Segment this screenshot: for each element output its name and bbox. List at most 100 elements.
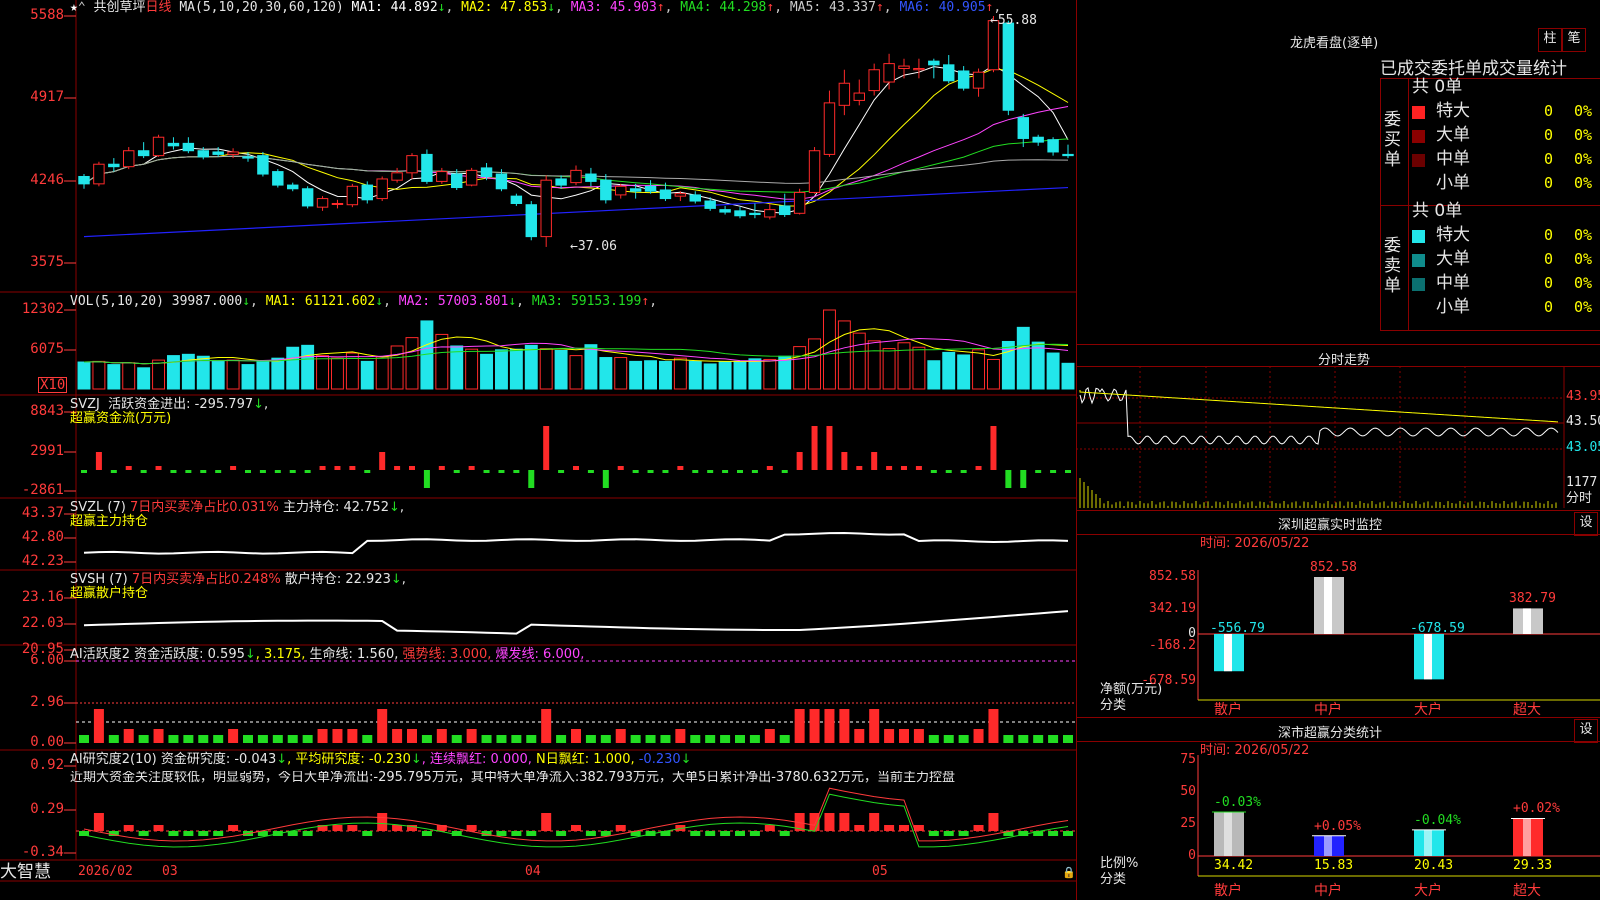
ai1-bar-0: [79, 735, 89, 743]
volume-bar-31: [539, 348, 553, 390]
monitor-y-tick-3: -168.2: [1149, 638, 1196, 653]
ai2-bar-21: [392, 825, 403, 831]
volume-bar-41: [688, 360, 702, 390]
volume-bar-40: [673, 357, 687, 390]
sell-row-count-0: 0: [1544, 226, 1554, 244]
stats-bar-超大: [1513, 818, 1543, 856]
volume-bar-57: [927, 360, 941, 390]
svzj-bar-17: [334, 466, 341, 470]
candle-body-42: [704, 200, 716, 209]
volume-bar-21: [390, 345, 404, 390]
volume-bar-3: [122, 362, 136, 390]
buy-row-pct-3: 0%: [1574, 174, 1593, 192]
svzj-bar-43: [722, 470, 729, 473]
candle-body-16: [316, 198, 329, 208]
volume-bar-6: [166, 355, 180, 390]
stats-category-3: 超大: [1513, 883, 1541, 899]
volume-bar-64: [1031, 341, 1045, 390]
sell-total: 共 0单: [1412, 201, 1463, 221]
buy-side-label: 委买单: [1384, 110, 1401, 170]
sell-row-swatch-1: [1412, 254, 1425, 267]
ma-arrow-3: ↑: [656, 0, 665, 15]
ai2-bar-26: [466, 825, 477, 831]
ai2-bar-9: [213, 831, 224, 836]
candle-body-33: [570, 169, 582, 184]
svzj-bar-60: [975, 466, 982, 470]
ai1-bar-19: [362, 735, 373, 743]
stats-change-2: -0.04%: [1414, 812, 1461, 828]
ma-value-2: MA2: 47.853: [461, 0, 548, 15]
ai1-bar-6: [168, 735, 179, 743]
svzj-bar-8: [200, 470, 207, 473]
svzj-bar-0: [81, 470, 87, 473]
volume-bar-59: [957, 354, 971, 390]
ai1-bar-61: [988, 709, 999, 743]
ai2-bar-5: [153, 825, 164, 831]
svzj-bar-48: [796, 452, 803, 470]
candle-body-15: [301, 188, 314, 207]
volume-bar-42: [703, 363, 717, 390]
candle-body-2: [108, 163, 120, 168]
vol-ma-1: MA1: 61121.602: [265, 294, 376, 309]
ai2-bar-32: [556, 831, 567, 836]
volume-bar-33: [569, 355, 583, 390]
volume-bar-62: [1001, 340, 1015, 390]
ai2-bar-46: [764, 825, 775, 831]
candle-body-60: [972, 71, 985, 89]
ai1-bar-7: [183, 735, 194, 743]
stats-settings-button[interactable]: 设: [1574, 719, 1598, 743]
ai1-bar-35: [600, 735, 611, 743]
stats-change-0: -0.03%: [1214, 794, 1261, 810]
lock-icon[interactable]: 🔒: [1062, 866, 1076, 879]
intraday-vol-tick: 1177: [1566, 475, 1598, 490]
ai1_panel-item-5: 爆发线: 6.000,: [491, 647, 585, 662]
ma-arrow-2: ↓: [547, 0, 556, 15]
stats-bar-中户: [1314, 835, 1344, 856]
favorite-star-icon[interactable]: ★: [70, 0, 78, 15]
x-label-3: 05: [872, 864, 888, 879]
svzj-bar-50: [826, 426, 833, 470]
candle-body-61: [987, 20, 1000, 71]
candle-body-26: [465, 169, 478, 186]
candle-body-7: [182, 142, 195, 152]
sell-row-name-2: 中单: [1436, 273, 1470, 293]
ai2_panel-item-5: N日飘红: 1.000,: [531, 752, 635, 767]
ai2-bar-17: [332, 825, 343, 831]
sell-row-swatch-0: [1412, 230, 1425, 243]
column-view-button[interactable]: 柱: [1538, 28, 1562, 52]
candle-body-30: [525, 204, 537, 238]
stats-bar-highlight-2: [1424, 829, 1432, 856]
ai1-bar-16: [317, 729, 328, 743]
low-price-label: ←37.06: [570, 239, 617, 254]
ai2_panel-item-2: , 平均研究度: -0.230: [287, 752, 411, 767]
monitor-title: 深圳超赢实时监控: [1278, 518, 1383, 533]
candle-body-43: [719, 209, 731, 213]
stock-name[interactable]: 共创草坪: [93, 0, 145, 15]
monitor-category-1: 中户: [1314, 702, 1342, 718]
ai2-bar-59: [958, 831, 969, 836]
vol-unit-label: X10: [38, 377, 68, 393]
period-label[interactable]: 日线: [146, 0, 172, 15]
y-tick-main_panel-1: 4917: [30, 89, 64, 105]
ai1-bar-49: [809, 709, 820, 743]
sell-row-count-2: 0: [1544, 274, 1554, 292]
dragon-title: 龙虎看盘(逐单): [1290, 36, 1379, 51]
ai1-bar-9: [213, 735, 224, 743]
volume-bar-46: [763, 358, 777, 390]
candle-body-18: [346, 185, 359, 206]
ai2-bar-65: [1048, 831, 1059, 836]
monitor-settings-button[interactable]: 设: [1574, 512, 1598, 536]
buy-row-name-0: 特大: [1436, 101, 1470, 121]
candle-body-23: [421, 153, 433, 182]
ai2-bar-51: [839, 813, 850, 831]
ai2-bar-57: [928, 831, 939, 836]
vol-ma-arrow-3: ↑: [641, 294, 650, 309]
ai1_panel-item-4: 强势线: 3.000,: [398, 647, 492, 662]
ai1-bar-22: [407, 729, 417, 743]
ai2-bar-61: [988, 813, 999, 831]
tick-view-button[interactable]: 笔: [1562, 28, 1586, 52]
svzj-bar-29: [513, 470, 520, 473]
ai2-bar-4: [138, 831, 149, 836]
ai2_panel-item-4: , 连续飘红: 0.000,: [421, 752, 532, 767]
ai1-bar-54: [884, 729, 895, 743]
